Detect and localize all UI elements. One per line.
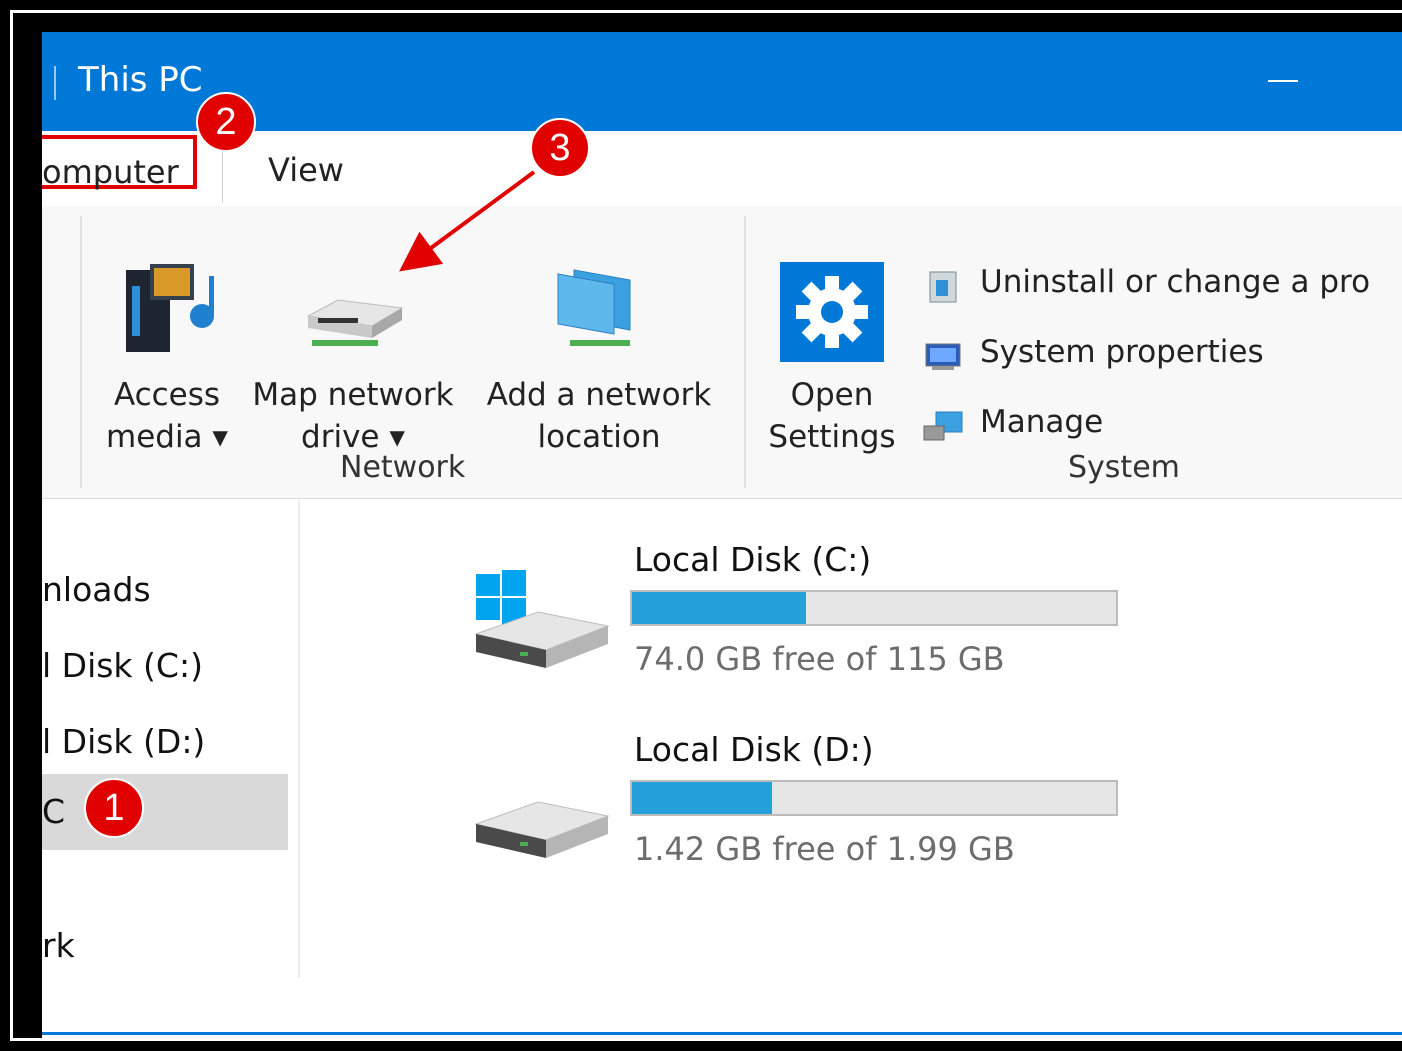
ribbon-separator xyxy=(744,216,746,488)
drive-item-c[interactable]: Local Disk (C:) 74.0 GB free of 115 GB xyxy=(472,540,1172,700)
file-explorer-window: This PC omputer View Access media ▾ Map … xyxy=(42,32,1402,1040)
access-media-button[interactable]: Access media ▾ xyxy=(102,256,232,458)
open-settings-label-1: Open xyxy=(790,377,874,413)
ribbon-panel: Access media ▾ Map network drive ▾ Add a… xyxy=(42,206,1402,499)
nav-item-this-pc-label: C xyxy=(42,792,66,831)
open-settings-label-2: Settings xyxy=(768,419,896,455)
tab-view[interactable]: View xyxy=(268,151,344,189)
drive-usage-fill xyxy=(632,592,807,624)
nav-item-network[interactable]: rk xyxy=(42,926,75,965)
ribbon-separator xyxy=(80,216,82,488)
drive-free-space: 74.0 GB free of 115 GB xyxy=(634,640,1005,678)
drive-name: Local Disk (C:) xyxy=(634,540,872,579)
drive-usage-bar xyxy=(630,780,1118,816)
nav-item-downloads[interactable]: nloads xyxy=(42,570,151,609)
map-network-drive-button[interactable]: Map network drive ▾ xyxy=(238,256,468,458)
status-bar-line xyxy=(42,1032,1402,1035)
minimize-button[interactable] xyxy=(1268,80,1298,82)
drive-item-d[interactable]: Local Disk (D:) 1.42 GB free of 1.99 GB xyxy=(472,730,1172,890)
windows-drive-icon xyxy=(474,570,610,668)
access-media-label-1: Access xyxy=(113,377,221,413)
title-separator xyxy=(54,66,56,100)
tab-computer[interactable]: omputer xyxy=(42,135,197,191)
drive-usage-bar xyxy=(630,590,1118,626)
navigation-pane: nloads l Disk (C:) l Disk (D:) C rk xyxy=(42,498,300,978)
annotation-badge-1: 1 xyxy=(84,778,144,838)
gear-icon xyxy=(780,262,884,362)
system-properties-icon xyxy=(925,343,961,370)
nav-item-local-disk-c[interactable]: l Disk (C:) xyxy=(42,646,203,685)
drive-free-space: 1.42 GB free of 1.99 GB xyxy=(634,830,1015,868)
group-label-network: Network xyxy=(340,450,466,485)
open-settings-button[interactable]: Open Settings xyxy=(762,262,902,458)
add-network-location-label-1: Add a network xyxy=(486,377,712,413)
uninstall-icon xyxy=(929,271,957,303)
add-network-location-label-2: location xyxy=(537,419,661,455)
access-media-label-2-text: media xyxy=(106,419,203,455)
uninstall-program-label: Uninstall or change a pro xyxy=(980,264,1371,300)
network-drive-icon xyxy=(306,299,404,346)
map-network-drive-label-1: Map network xyxy=(252,377,454,413)
hard-drive-icon xyxy=(474,801,610,858)
window-title: This PC xyxy=(78,60,203,100)
nav-item-this-pc[interactable]: C xyxy=(42,774,288,850)
access-media-label-2: media ▾ xyxy=(106,419,228,455)
media-server-icon xyxy=(126,264,214,352)
annotation-badge-2: 2 xyxy=(196,92,256,152)
drive-usage-fill xyxy=(632,782,773,814)
annotation-badge-3: 3 xyxy=(530,118,590,178)
manage-label: Manage xyxy=(980,404,1104,440)
group-label-system: System xyxy=(1068,450,1180,485)
nav-item-local-disk-d[interactable]: l Disk (D:) xyxy=(42,722,205,761)
drive-name: Local Disk (D:) xyxy=(634,730,874,769)
network-location-icon xyxy=(557,269,631,346)
add-network-location-button[interactable]: Add a network location xyxy=(474,256,724,458)
system-properties-label: System properties xyxy=(980,334,1264,370)
computer-management-icon xyxy=(923,411,963,441)
